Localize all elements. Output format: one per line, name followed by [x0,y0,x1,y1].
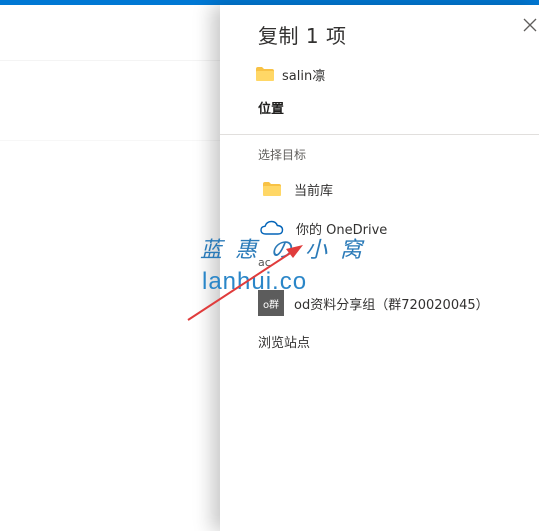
annotation-arrow [187,245,303,321]
